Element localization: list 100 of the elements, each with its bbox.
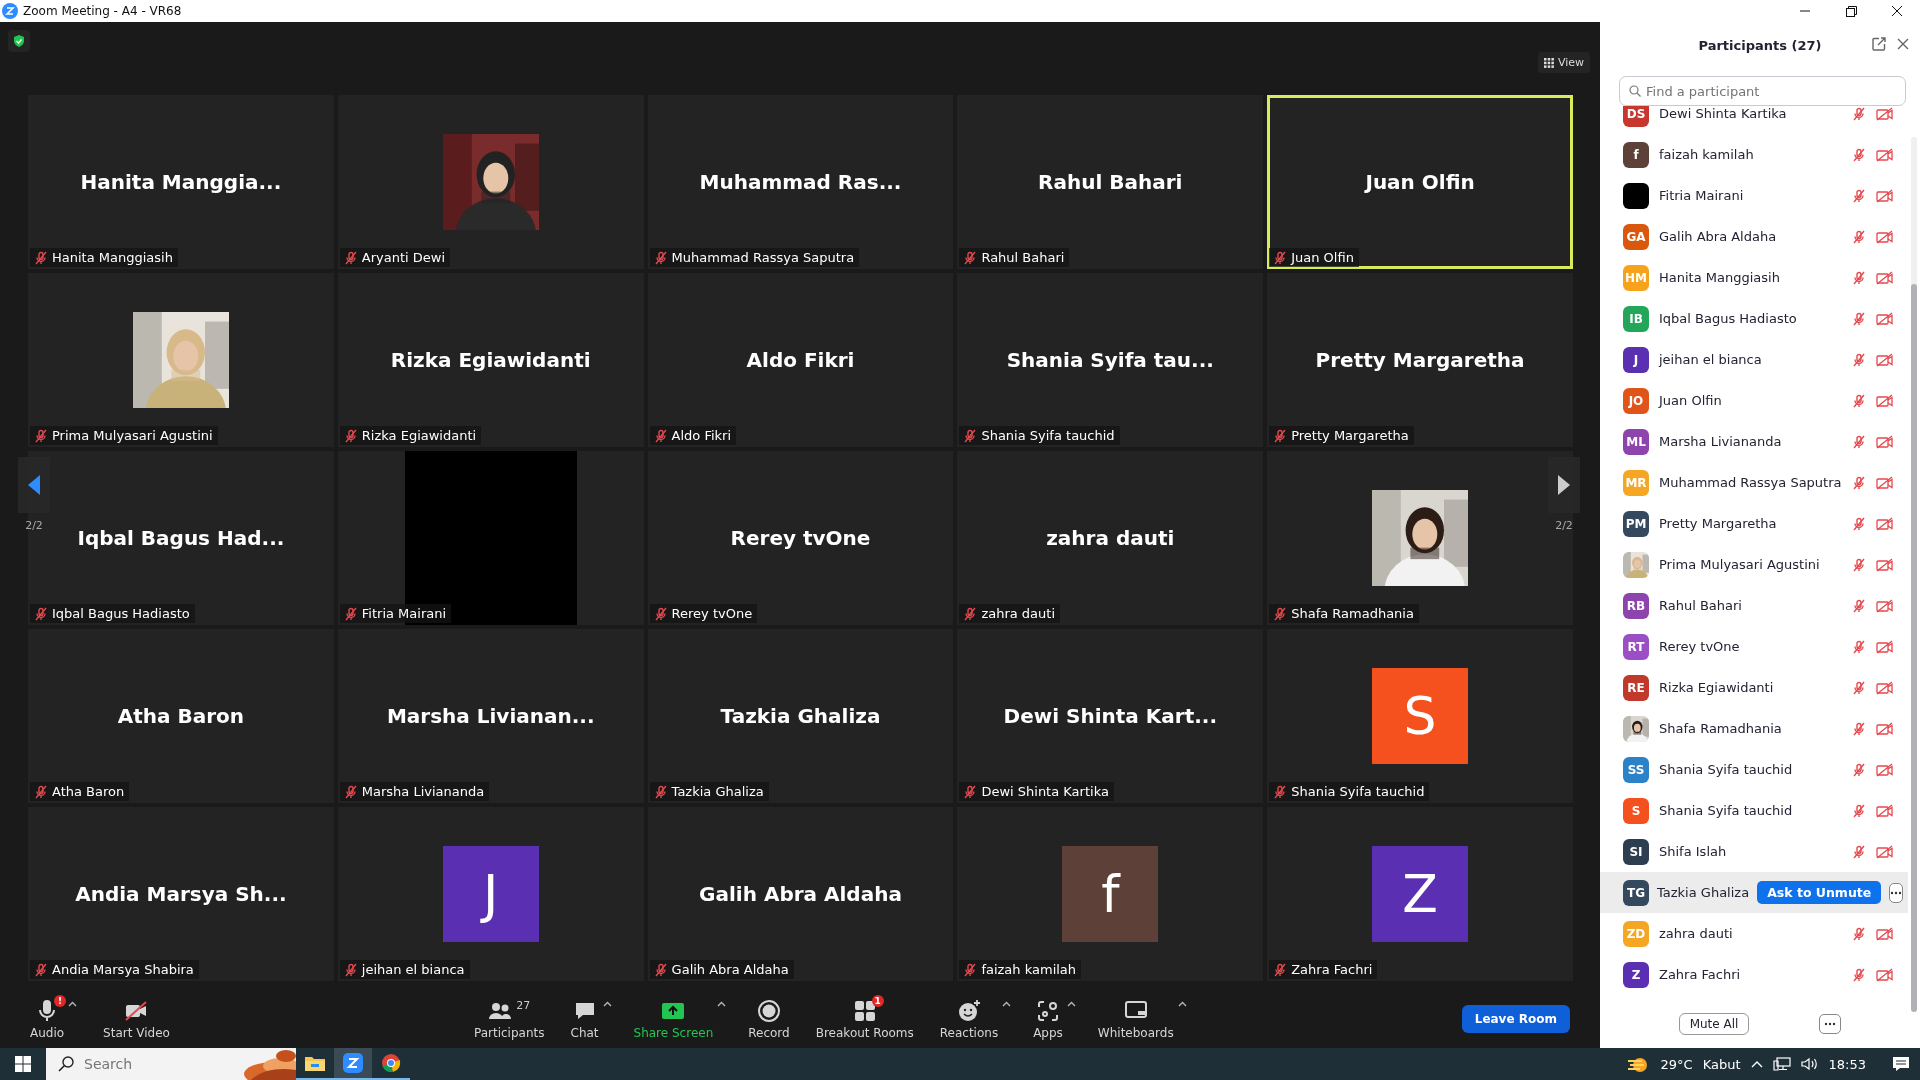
zoom-app-icon[interactable] [343,1053,363,1073]
network-icon[interactable] [1772,1057,1791,1071]
video-tile[interactable]: Rerey tvOne Rerey tvOne [647,451,954,625]
video-tile[interactable]: Dewi Shinta Kart... Dewi Shinta Kartika [957,629,1264,803]
participant-name: Rerey tvOne [1659,639,1740,654]
participants-button[interactable]: 27 Participants [470,998,549,1040]
caret-icon[interactable] [1177,1000,1187,1007]
caret-icon[interactable] [602,1000,612,1007]
video-tile[interactable]: S Shania Syifa tauchid [1267,629,1573,803]
video-tile[interactable]: Aryanti Dewi [337,95,644,269]
video-tile[interactable]: J jeihan el bianca [337,807,644,981]
whiteboards-button[interactable]: Whiteboards [1093,998,1178,1040]
participant-name: Shania Syifa tauchid [1659,762,1793,777]
video-tile[interactable]: Andia Marsya Sh... Andia Marsya Shabira [28,807,334,981]
participant-name: Rerey tvOne [671,606,753,621]
browser-icon[interactable] [381,1053,401,1073]
video-tile[interactable]: Aldo Fikri Aldo Fikri [647,273,954,447]
video-tile[interactable]: Rahul Bahari Rahul Bahari [957,95,1264,269]
window-title: Zoom Meeting - A4 - VR68 [23,4,182,18]
apps-icon [1036,998,1060,1023]
caret-icon[interactable] [68,1000,78,1007]
weather-condition: Kabut [1702,1056,1741,1072]
page-indicator: 2/2 [1555,519,1573,532]
video-tile[interactable]: Shania Syifa tau... Shania Syifa tauchid [957,273,1264,447]
participant-name: Zahra Fachri [1659,967,1741,982]
participant-name: Pretty Margaretha [1315,348,1525,372]
video-tile[interactable]: Atha Baron Atha Baron [28,629,334,803]
video-tile[interactable]: Galih Abra Aldaha Galih Abra Aldaha [647,807,954,981]
scrollbar[interactable] [1911,137,1917,1012]
avatar: S [1372,668,1469,764]
video-tile[interactable]: Rizka Egiawidanti Rizka Egiawidanti [337,273,644,447]
participant-name: Fitria Mairani [361,606,447,621]
participant-name: Shania Syifa tau... [1006,348,1214,372]
participant-name: Rahul Bahari [1659,598,1742,613]
participant-name: Aldo Fikri [746,348,855,372]
video-tile[interactable]: Juan Olfin Juan Olfin [1267,95,1573,269]
avatar: f [1623,141,1649,168]
avatar: IB [1623,305,1649,332]
leave-room-button[interactable]: Leave Room [1461,1005,1570,1033]
video-tile[interactable]: Fitria Mairani [337,451,644,625]
video-tile[interactable]: Prima Mulyasari Agustini [28,273,334,447]
participant-name: faizah kamilah [1659,147,1754,162]
avatar: RT [1623,633,1649,660]
participant-name: Dewi Shinta Kart... [1003,704,1217,728]
volume-icon[interactable] [1800,1057,1819,1071]
participant-name: Galih Abra Aldaha [671,962,789,977]
video-button[interactable]: Start Video [99,998,174,1040]
participant-name: Muhammad Rassya Saputra [1659,475,1842,490]
notification-icon[interactable] [1892,1056,1910,1072]
close-icon[interactable] [1896,37,1910,51]
video-tile[interactable]: Muhammad Ras... Muhammad Rassya Saputra [647,95,954,269]
share-button[interactable]: Share Screen [629,998,718,1040]
participant-name: zahra dauti [1659,926,1733,941]
caret-icon[interactable] [1002,1000,1012,1007]
avatar [1623,182,1649,209]
previous-page-button[interactable] [18,457,50,513]
video-tile[interactable]: Tazkia Ghaliza Tazkia Ghaliza [647,629,954,803]
participant-name: Prima Mulyasari Agustini [1659,557,1820,572]
participant-name: Marsha Liviananda [1659,434,1782,449]
next-page-button[interactable] [1548,457,1580,513]
temperature: 29°C [1660,1056,1693,1072]
security-shield-icon[interactable] [8,30,30,52]
video-tile[interactable]: Z Zahra Fachri [1267,807,1573,981]
participant-name: Tazkia Ghaliza [1657,885,1750,900]
ask-to-unmute-button[interactable]: Ask to Unmute [1757,881,1882,904]
notification-badge: 1 [871,994,884,1007]
caret-icon[interactable] [1066,1000,1076,1007]
view-button[interactable]: View [1537,52,1590,73]
video-tile[interactable]: f faizah kamilah [957,807,1264,981]
video-tile[interactable]: Pretty Margaretha Pretty Margaretha [1267,273,1573,447]
participant-name: Tazkia Ghaliza [720,704,881,728]
avatar: RB [1623,592,1649,619]
video-tile[interactable]: zahra dauti zahra dauti [957,451,1264,625]
mute-all-button[interactable]: Mute All [1678,1013,1750,1035]
pop-out-icon[interactable] [1872,37,1886,51]
participant-name: Shania Syifa tauchid [1291,784,1425,799]
caret-icon[interactable] [717,1000,727,1007]
left-arrow-icon [26,473,42,497]
avatar: RE [1623,674,1649,701]
participant-name: Juan Olfin [1365,170,1475,194]
participant-search-field[interactable]: Find a participant [1619,76,1906,106]
participant-name: Prima Mulyasari Agustini [52,428,213,443]
record-button[interactable]: Record [744,998,794,1040]
participant-name: Rizka Egiawidanti [1659,680,1774,695]
video-tile[interactable]: Marsha Livianan... Marsha Liviananda [337,629,644,803]
participant-count: 27 [516,998,531,1012]
video-tile[interactable]: Hanita Manggia... Hanita Manggiasih [28,95,334,269]
taskbar-search-field[interactable]: Search [46,1048,236,1080]
participant-name: Shifa Islah [1659,844,1727,859]
participant-name: zahra dauti [1046,526,1175,550]
reactions-button[interactable]: Reactions [935,998,1003,1040]
more-button[interactable] [1819,1014,1842,1034]
participant-name: Andia Marsya Shabira [52,962,194,977]
avatar: HM [1623,264,1649,291]
participant-name: Pretty Margaretha [1291,428,1409,443]
apps-button[interactable]: Apps [1029,998,1067,1040]
chat-button[interactable]: Chat [566,998,603,1040]
more-button[interactable] [1889,882,1904,903]
folder-icon[interactable] [305,1055,325,1071]
avatar: J [1623,346,1649,373]
